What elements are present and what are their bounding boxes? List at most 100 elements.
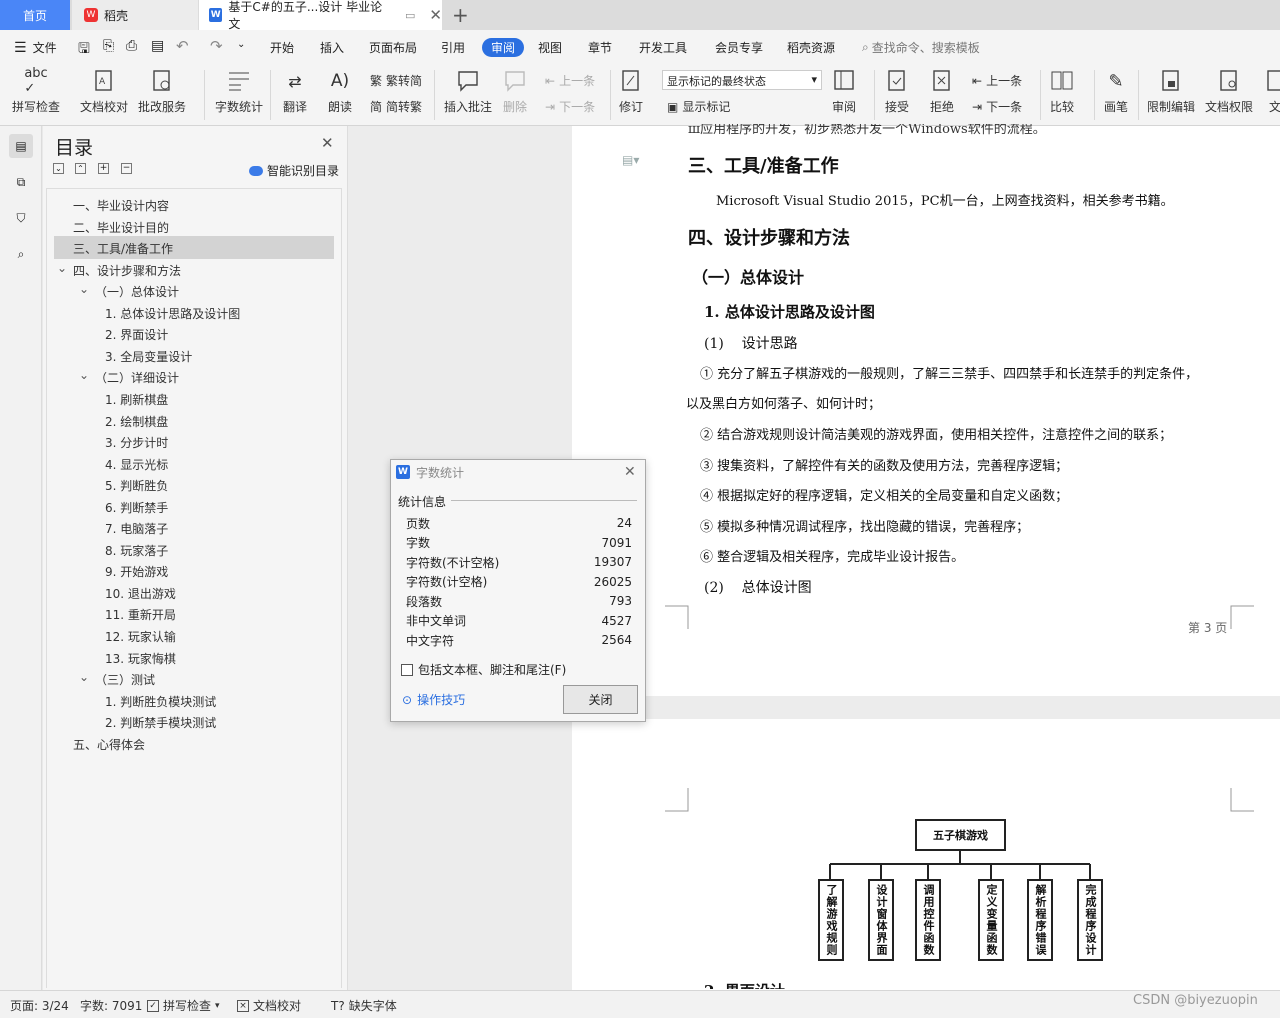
restrict-editing-button[interactable]: 限制编辑	[1147, 68, 1195, 115]
toc-item[interactable]: （二）详细设计	[95, 367, 179, 388]
toc-item[interactable]: 8. 玩家落子	[105, 540, 168, 561]
tab-docer[interactable]: W 稻壳	[72, 0, 198, 30]
more-ribbon-button[interactable]: 文	[1262, 68, 1280, 115]
toc-expand-caret-icon[interactable]: ⌄	[79, 670, 89, 684]
export-icon[interactable]: ⎘	[103, 38, 114, 54]
toc-item[interactable]: 二、毕业设计目的	[73, 217, 169, 238]
toc-item[interactable]: 3. 分步计时	[105, 432, 168, 453]
menu-chapter[interactable]: 章节	[588, 39, 612, 56]
find-icon[interactable]: ⌕	[9, 242, 33, 266]
read-aloud-button[interactable]: A) 朗读	[327, 68, 353, 115]
spell-check-button[interactable]: abc ✓ 拼写检查	[12, 66, 60, 115]
paragraph-menu-icon[interactable]: ▤▾	[622, 153, 639, 167]
menu-references[interactable]: 引用	[441, 39, 465, 56]
toc-item[interactable]: 1. 刷新棋盘	[105, 389, 168, 410]
pin-tab-icon[interactable]: ▭	[405, 9, 415, 22]
compare-button[interactable]: 比较	[1049, 68, 1075, 115]
menu-docer-resources[interactable]: 稻壳资源	[787, 39, 835, 56]
toc-item[interactable]: 11. 重新开局	[105, 604, 176, 625]
file-menu[interactable]: ☰ 文件	[14, 39, 57, 56]
tips-link[interactable]: ⊙ 操作技巧	[402, 691, 465, 708]
toc-item[interactable]: 13. 玩家悔棋	[105, 648, 176, 669]
smart-toc-button[interactable]: 智能识别目录	[249, 162, 339, 179]
word-count-button[interactable]: 字数统计	[215, 68, 263, 115]
toc-item[interactable]: 一、毕业设计内容	[73, 195, 169, 216]
menu-developer[interactable]: 开发工具	[639, 39, 687, 56]
track-changes-button[interactable]: 修订	[618, 68, 644, 115]
insert-comment-button[interactable]: 插入批注	[444, 68, 492, 115]
redo-icon[interactable]: ↷	[210, 37, 223, 55]
remove-heading-icon[interactable]: −	[121, 163, 132, 174]
toc-item[interactable]: 3. 全局变量设计	[105, 346, 192, 367]
undo-icon[interactable]: ↶	[176, 37, 189, 55]
missing-fonts-button[interactable]: T? 缺失字体	[331, 997, 397, 1014]
dialog-close-icon[interactable]: ✕	[624, 464, 636, 480]
toc-item[interactable]: 五、心得体会	[73, 734, 145, 755]
toc-expand-caret-icon[interactable]: ⌄	[79, 368, 89, 382]
word-count-indicator[interactable]: 字数: 7091	[80, 997, 142, 1014]
translate-button[interactable]: ⇄ 翻译	[282, 68, 308, 115]
next-change-button[interactable]: ⇥ 下一条	[972, 98, 1022, 115]
status-proofread[interactable]: × 文档校对	[237, 997, 301, 1014]
collapse-all-icon[interactable]: ⌄	[53, 163, 64, 174]
close-icon[interactable]: ✕	[321, 134, 334, 152]
trad-to-simp-button[interactable]: 繁繁转简	[370, 72, 422, 89]
toc-item[interactable]: 5. 判断胜负	[105, 475, 168, 496]
new-tab-icon[interactable]: +	[452, 3, 469, 27]
bookmark-icon[interactable]: ⛉	[9, 206, 33, 230]
prev-change-button[interactable]: ⇤ 上一条	[972, 72, 1022, 89]
toc-item[interactable]: 6. 判断禁手	[105, 497, 168, 518]
toc-item[interactable]: 10. 退出游戏	[105, 583, 176, 604]
toc-item[interactable]: 2. 判断禁手模块测试	[105, 712, 216, 733]
accept-button[interactable]: 接受	[884, 68, 910, 115]
menu-vip[interactable]: 会员专享	[715, 39, 763, 56]
toc-item[interactable]: 1. 总体设计思路及设计图	[105, 303, 240, 324]
add-heading-icon[interactable]: +	[98, 163, 109, 174]
dialog-close-button[interactable]: 关闭	[563, 685, 638, 714]
menu-layout[interactable]: 页面布局	[369, 39, 417, 56]
dialog-title-bar[interactable]: W 字数统计	[391, 460, 645, 484]
pen-button[interactable]: ✎ 画笔	[1103, 68, 1129, 115]
review-pane-button[interactable]: 审阅	[831, 68, 857, 115]
toc-item[interactable]: 9. 开始游戏	[105, 561, 168, 582]
toc-panel-icon[interactable]: ▤	[9, 134, 33, 158]
delete-comment-button[interactable]: 删除	[502, 68, 528, 115]
include-notes-checkbox[interactable]: 包括文本框、脚注和尾注(F)	[401, 661, 566, 678]
prev-comment-button[interactable]: ⇤ 上一条	[545, 72, 595, 89]
menu-start[interactable]: 开始	[270, 39, 294, 56]
menu-insert[interactable]: 插入	[320, 39, 344, 56]
proofread-button[interactable]: A 文档校对	[80, 68, 128, 115]
show-markup-button[interactable]: ▣ 显示标记	[667, 98, 730, 115]
reject-button[interactable]: 拒绝	[929, 68, 955, 115]
toc-item[interactable]: 12. 玩家认输	[105, 626, 176, 647]
menu-view[interactable]: 视图	[538, 39, 562, 56]
page-indicator[interactable]: 页面: 3/24	[10, 997, 69, 1014]
preview-icon[interactable]: ▤	[151, 38, 164, 54]
next-comment-button[interactable]: ⇥ 下一条	[545, 98, 595, 115]
annotation-service-button[interactable]: 批改服务	[138, 68, 186, 115]
close-tab-icon[interactable]: ✕	[429, 6, 442, 24]
toc-item[interactable]: 4. 显示光标	[105, 454, 168, 475]
toc-expand-caret-icon[interactable]: ⌄	[57, 261, 67, 275]
expand-all-icon[interactable]: ⌃	[75, 163, 86, 174]
quick-access-dropdown-icon[interactable]: ⌄	[237, 39, 245, 50]
toc-item[interactable]: 1. 判断胜负模块测试	[105, 691, 216, 712]
print-icon[interactable]: ⎙	[126, 38, 137, 54]
toc-item[interactable]: 2. 界面设计	[105, 324, 168, 345]
tab-home[interactable]: 首页	[0, 0, 70, 30]
status-spell-check[interactable]: ✓ 拼写检查 ▾	[147, 997, 220, 1014]
command-search[interactable]: ⌕ 查找命令、搜索模板	[862, 39, 980, 56]
toc-item[interactable]: 四、设计步骤和方法	[73, 260, 181, 281]
simp-to-trad-button[interactable]: 简简转繁	[370, 98, 422, 115]
save-icon[interactable]: 🖫	[78, 38, 90, 62]
toc-expand-caret-icon[interactable]: ⌄	[79, 282, 89, 296]
toc-item[interactable]: （一）总体设计	[95, 281, 179, 302]
toc-item[interactable]: （三）测试	[95, 669, 155, 690]
toc-item[interactable]: 三、工具/准备工作	[73, 238, 173, 259]
tab-document[interactable]: W 基于C#的五子...设计 毕业论文 ▭ ✕	[199, 0, 442, 31]
toc-item[interactable]: 2. 绘制棋盘	[105, 411, 168, 432]
document-rights-button[interactable]: 文档权限	[1205, 68, 1253, 115]
toc-item[interactable]: 7. 电脑落子	[105, 518, 168, 539]
menu-review[interactable]: 审阅	[482, 38, 525, 57]
chapter-panel-icon[interactable]: ⧉	[9, 170, 33, 194]
